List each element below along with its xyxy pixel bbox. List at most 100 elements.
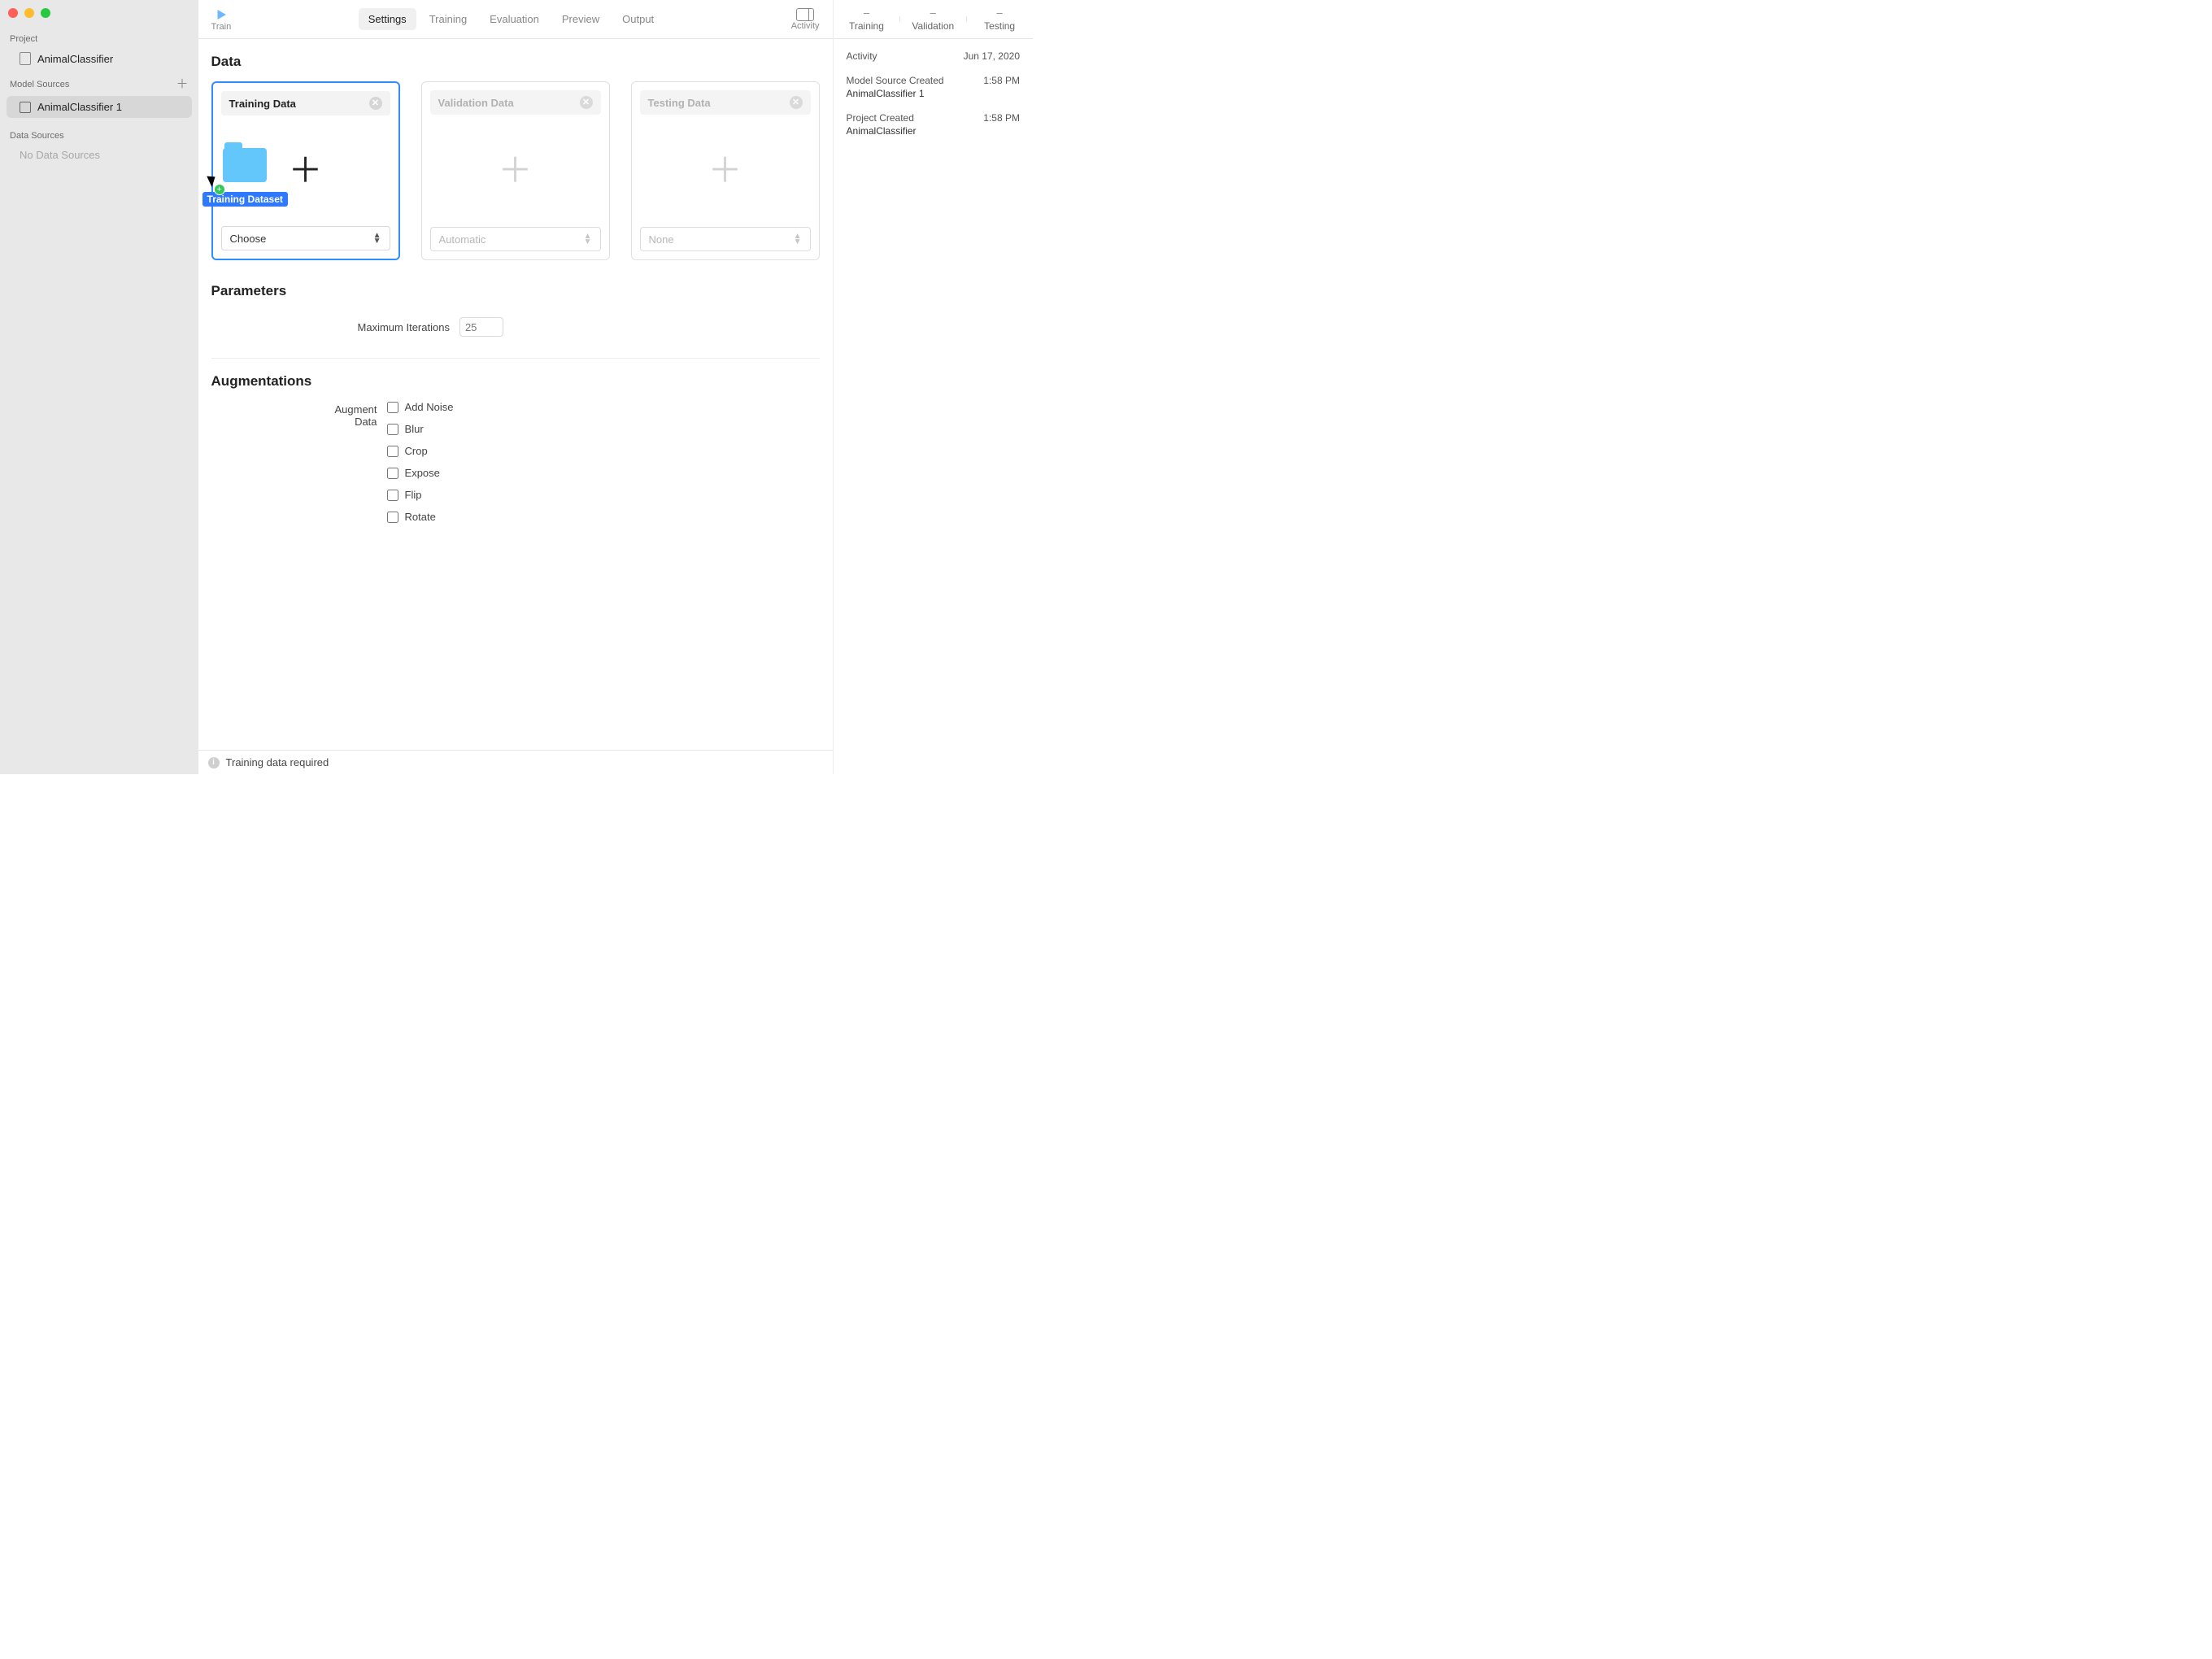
testing-data-header: Testing Data ✕ (640, 90, 811, 115)
close-window[interactable] (8, 8, 18, 18)
metric-label: Validation (912, 20, 954, 32)
clear-training-data-button[interactable]: ✕ (369, 97, 382, 110)
validation-data-dropzone[interactable]: ＋ (430, 115, 601, 227)
plus-icon: ＋ (289, 154, 323, 188)
window-controls (0, 5, 198, 28)
checkbox[interactable] (387, 512, 398, 523)
activity-item-title: Model Source Created (847, 75, 944, 86)
sidebar: Project AnimalClassifier Model Sources ＋… (0, 0, 198, 774)
tabs: Settings Training Evaluation Preview Out… (231, 8, 791, 30)
activity-panel: – Training – Validation – Testing Activi… (834, 0, 1033, 774)
clear-testing-data-button[interactable]: ✕ (790, 96, 803, 109)
testing-data-card[interactable]: Testing Data ✕ ＋ None ▲▼ (631, 81, 820, 260)
add-model-source-button[interactable]: ＋ (176, 75, 189, 92)
train-button[interactable]: Train (211, 7, 232, 32)
activity-item-sub: AnimalClassifier (834, 124, 1033, 145)
metric-training[interactable]: – Training (834, 7, 900, 32)
checkbox[interactable] (387, 490, 398, 501)
validation-data-card[interactable]: Validation Data ✕ ＋ Automatic ▲▼ (421, 81, 610, 260)
activity-section-label: Activity (847, 50, 877, 62)
checkbox-label: Crop (405, 445, 428, 457)
dragged-folder-label: Training Dataset (202, 192, 288, 207)
metrics-header: – Training – Validation – Testing (834, 0, 1033, 39)
metric-label: Testing (984, 20, 1015, 32)
checkbox[interactable] (387, 402, 398, 413)
project-name: AnimalClassifier (37, 53, 113, 65)
testing-data-title: Testing Data (648, 97, 711, 109)
training-data-title: Training Data (229, 98, 296, 110)
status-bar: i Training data required (198, 750, 833, 774)
validation-data-select-value: Automatic (439, 233, 486, 246)
testing-data-select-value: None (649, 233, 674, 246)
augment-blur[interactable]: Blur (387, 423, 454, 435)
training-data-card[interactable]: Training Data ✕ ＋ Choose ▲▼ + (211, 81, 400, 260)
model-source-item[interactable]: AnimalClassifier 1 (7, 96, 192, 118)
training-data-select[interactable]: Choose ▲▼ (221, 226, 390, 250)
max-iterations-input[interactable] (459, 317, 503, 337)
activity-item-title: Project Created (847, 112, 914, 124)
validation-data-header: Validation Data ✕ (430, 90, 601, 115)
activity-item-sub: AnimalClassifier 1 (834, 86, 1033, 107)
metric-validation[interactable]: – Validation (899, 7, 966, 32)
checkbox[interactable] (387, 468, 398, 479)
checkbox-label: Blur (405, 423, 424, 435)
minimize-window[interactable] (24, 8, 34, 18)
chevron-updown-icon: ▲▼ (794, 233, 802, 245)
activity-item: Project Created 1:58 PM (834, 107, 1033, 124)
metric-value: – (834, 7, 900, 19)
augmentations-section-title: Augmentations (211, 373, 820, 390)
validation-data-select[interactable]: Automatic ▲▼ (430, 227, 601, 251)
panel-icon (796, 8, 814, 21)
model-sources-section-label: Model Sources (10, 73, 69, 93)
validation-data-title: Validation Data (438, 97, 514, 109)
tab-preview[interactable]: Preview (552, 8, 609, 30)
checkbox-label: Rotate (405, 511, 436, 523)
no-data-sources-label: No Data Sources (0, 144, 198, 166)
checkbox-label: Flip (405, 489, 422, 501)
parameters-section-title: Parameters (211, 283, 820, 299)
data-sources-section-label: Data Sources (0, 118, 198, 144)
folder-icon (223, 148, 267, 182)
data-section-title: Data (211, 54, 820, 70)
clear-validation-data-button[interactable]: ✕ (580, 96, 593, 109)
augment-rotate[interactable]: Rotate (387, 511, 454, 523)
augment-expose[interactable]: Expose (387, 467, 454, 479)
metric-value: – (899, 7, 966, 19)
tab-output[interactable]: Output (612, 8, 664, 30)
metric-value: – (966, 7, 1033, 19)
augment-data-label: Augment Data (311, 401, 377, 428)
training-data-select-value: Choose (230, 233, 267, 245)
augment-crop[interactable]: Crop (387, 445, 454, 457)
document-icon (20, 52, 31, 65)
testing-data-select[interactable]: None ▲▼ (640, 227, 811, 251)
status-message: Training data required (226, 756, 329, 769)
toggle-activity-button[interactable]: Activity (791, 8, 820, 31)
chevron-updown-icon: ▲▼ (373, 233, 381, 244)
checkbox[interactable] (387, 446, 398, 457)
augment-flip[interactable]: Flip (387, 489, 454, 501)
checkbox-label: Expose (405, 467, 440, 479)
info-icon: i (208, 757, 220, 769)
activity-item-time: 1:58 PM (983, 112, 1020, 124)
tab-training[interactable]: Training (420, 8, 477, 30)
metric-label: Training (849, 20, 884, 32)
plus-icon: ＋ (499, 154, 533, 188)
project-item[interactable]: AnimalClassifier (0, 47, 198, 70)
training-data-header: Training Data ✕ (221, 91, 390, 115)
add-badge-icon: + (214, 184, 225, 195)
plus-icon: ＋ (708, 154, 742, 188)
activity-button-label: Activity (791, 21, 820, 31)
checkbox[interactable] (387, 424, 398, 435)
main-content: Train Settings Training Evaluation Previ… (198, 0, 834, 774)
model-source-name: AnimalClassifier 1 (37, 101, 122, 113)
testing-data-dropzone[interactable]: ＋ (640, 115, 811, 227)
metric-testing[interactable]: – Testing (966, 7, 1033, 32)
dragged-folder: + Training Dataset (202, 148, 288, 207)
tab-settings[interactable]: Settings (359, 8, 416, 30)
augment-add-noise[interactable]: Add Noise (387, 401, 454, 413)
zoom-window[interactable] (41, 8, 50, 18)
max-iterations-label: Maximum Iterations (358, 321, 450, 333)
toolbar: Train Settings Training Evaluation Previ… (198, 0, 833, 39)
tab-evaluation[interactable]: Evaluation (480, 8, 549, 30)
activity-item: Model Source Created 1:58 PM (834, 70, 1033, 86)
